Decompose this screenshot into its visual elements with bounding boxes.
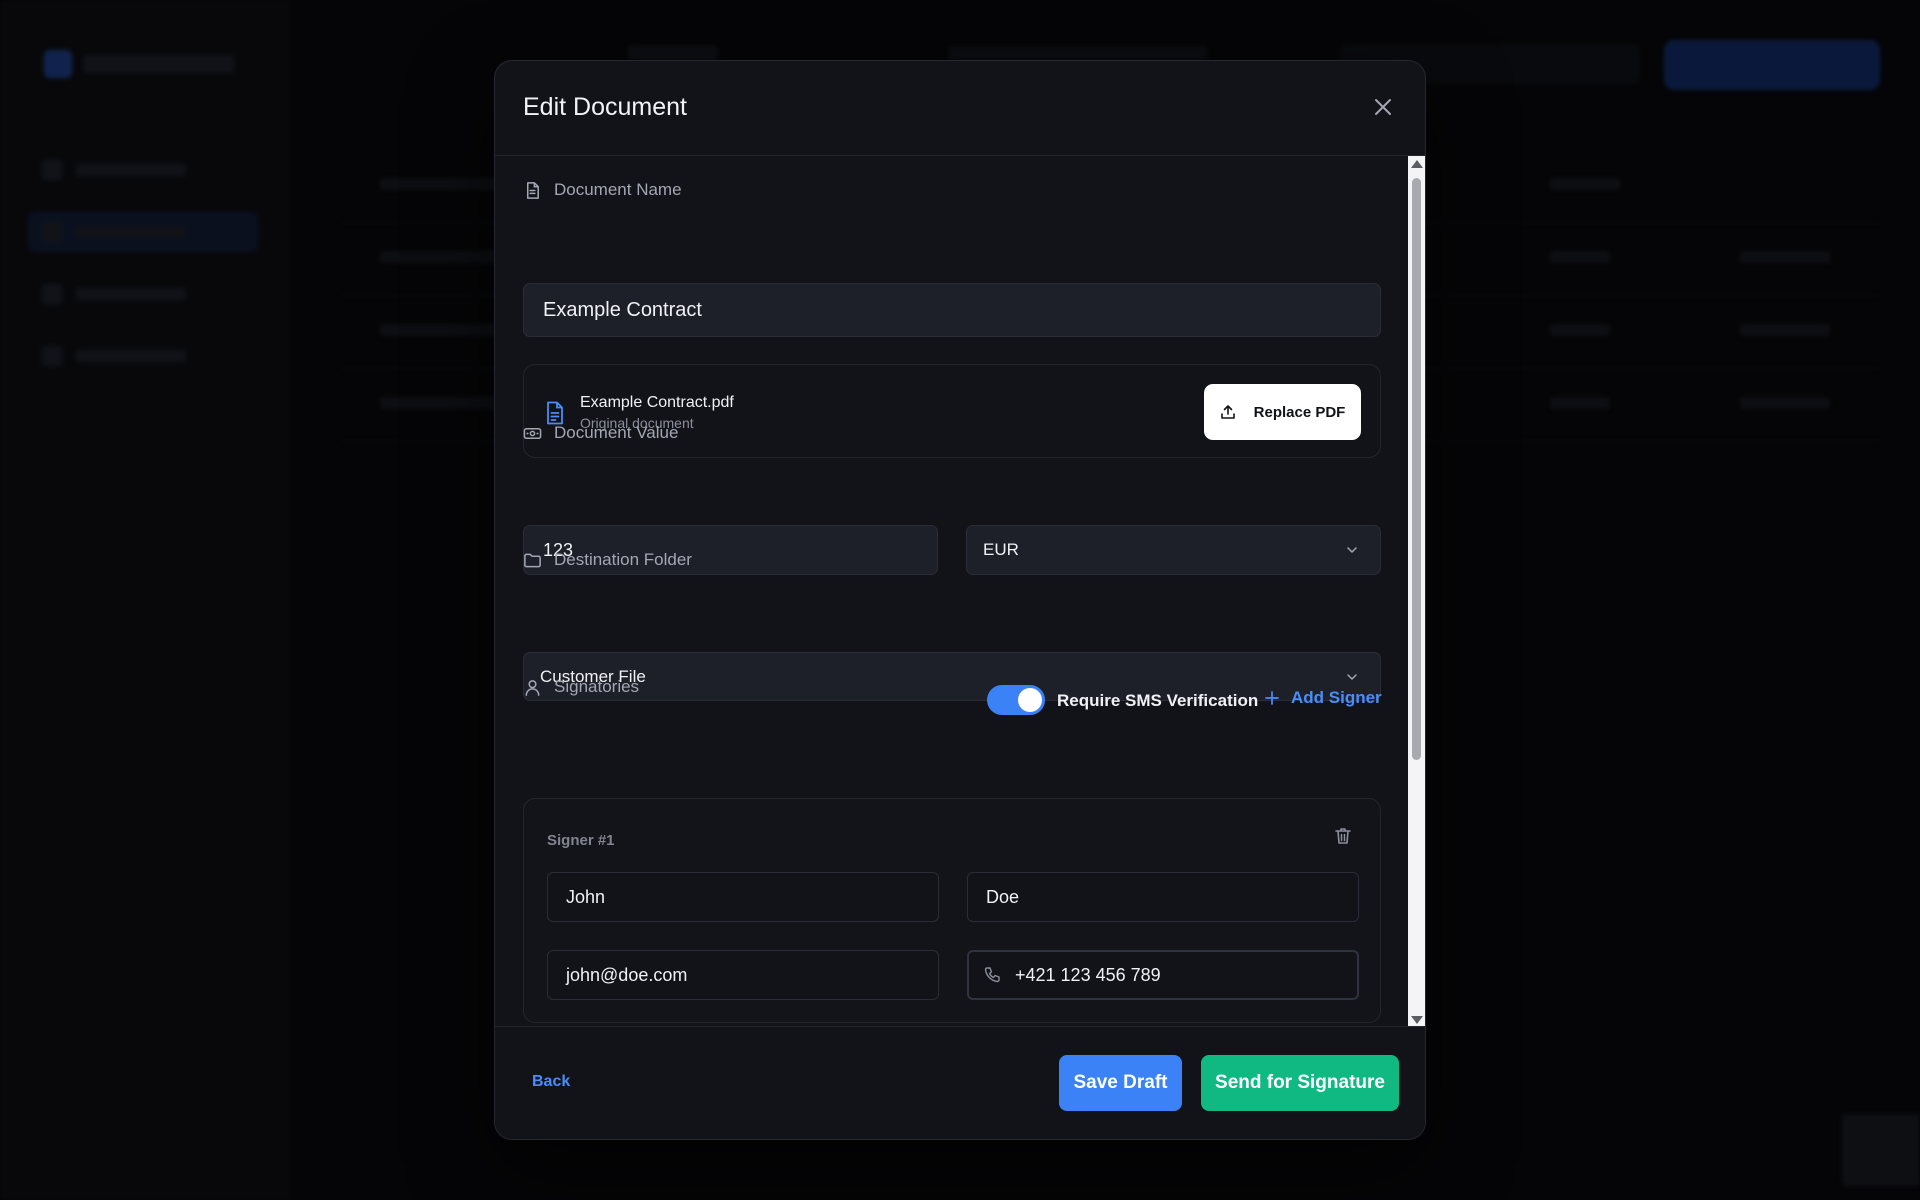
replace-pdf-label: Replace PDF [1253,403,1346,421]
upload-icon [1220,405,1235,419]
scroll-up-arrow[interactable] [1411,160,1423,168]
replace-pdf-button[interactable]: Replace PDF [1204,384,1361,440]
add-signer-button[interactable]: Add Signer [1265,688,1382,708]
scrollbar-thumb[interactable] [1412,178,1421,760]
chevron-down-icon [1347,547,1357,553]
modal-body: Document Name Example Contract Example C… [495,156,1410,1028]
background-logo [44,50,234,78]
last-name-input[interactable]: Doe [967,872,1359,922]
document-value-label: Document Value [523,423,678,443]
sms-verification-toggle[interactable] [987,685,1045,715]
document-name-value: Example Contract [543,298,702,321]
save-draft-button[interactable]: Save Draft [1059,1055,1182,1111]
signer-card: Signer #1 John Doe john@doe.com +421 123… [523,798,1381,1023]
modal-scrollbar[interactable] [1408,156,1425,1028]
document-name-label: Document Name [523,180,682,200]
user-icon [525,679,540,696]
modal-header: Edit Document [495,61,1425,156]
signatories-label: Signatories [523,677,639,697]
currency-value: EUR [983,540,1019,559]
folder-icon [524,553,541,567]
file-text-icon [547,401,563,425]
document-name-input[interactable]: Example Contract [523,283,1381,337]
document-value-label-text: Document Value [554,423,679,442]
email-input[interactable]: john@doe.com [547,950,939,1000]
file-name: Example Contract.pdf [580,394,734,411]
send-for-signature-button[interactable]: Send for Signature [1201,1055,1399,1111]
recaptcha-badge [1842,1114,1920,1186]
plus-icon [1265,691,1279,705]
back-button[interactable]: Back [532,1073,570,1091]
background-nav [28,150,258,398]
edit-document-modal: Edit Document Document Name Example Cont… [494,60,1426,1140]
document-name-label-text: Document Name [554,180,682,199]
signatories-label-text: Signatories [554,677,640,696]
signer-title: Signer #1 [547,832,615,849]
email-value: john@doe.com [566,964,688,985]
phone-value: +421 123 456 789 [1015,964,1161,985]
phone-icon [984,967,1000,983]
close-icon [1375,99,1391,115]
scroll-down-arrow[interactable] [1411,1016,1423,1024]
modal-title: Edit Document [523,93,687,121]
destination-folder-label-text: Destination Folder [554,550,692,569]
last-name-value: Doe [986,886,1020,907]
trash-icon[interactable] [1333,826,1353,846]
first-name-input[interactable]: John [547,872,939,922]
phone-input[interactable]: +421 123 456 789 [967,950,1359,1000]
add-signer-label: Add Signer [1291,688,1382,707]
currency-select[interactable]: EUR [966,525,1381,575]
first-name-value: John [566,886,606,907]
toggle-knob [1018,688,1042,712]
modal-footer: Back Save Draft Send for Signature [495,1026,1425,1139]
destination-folder-label: Destination Folder [523,550,692,570]
document-icon [526,181,539,199]
close-button[interactable] [1369,93,1397,121]
chevron-down-icon [1347,673,1357,680]
file-card: Example Contract.pdf Original document R… [523,364,1381,458]
sms-verification-label: Require SMS Verification [1057,691,1259,710]
banknote-icon [523,427,542,439]
background-sidebar [0,0,289,1200]
